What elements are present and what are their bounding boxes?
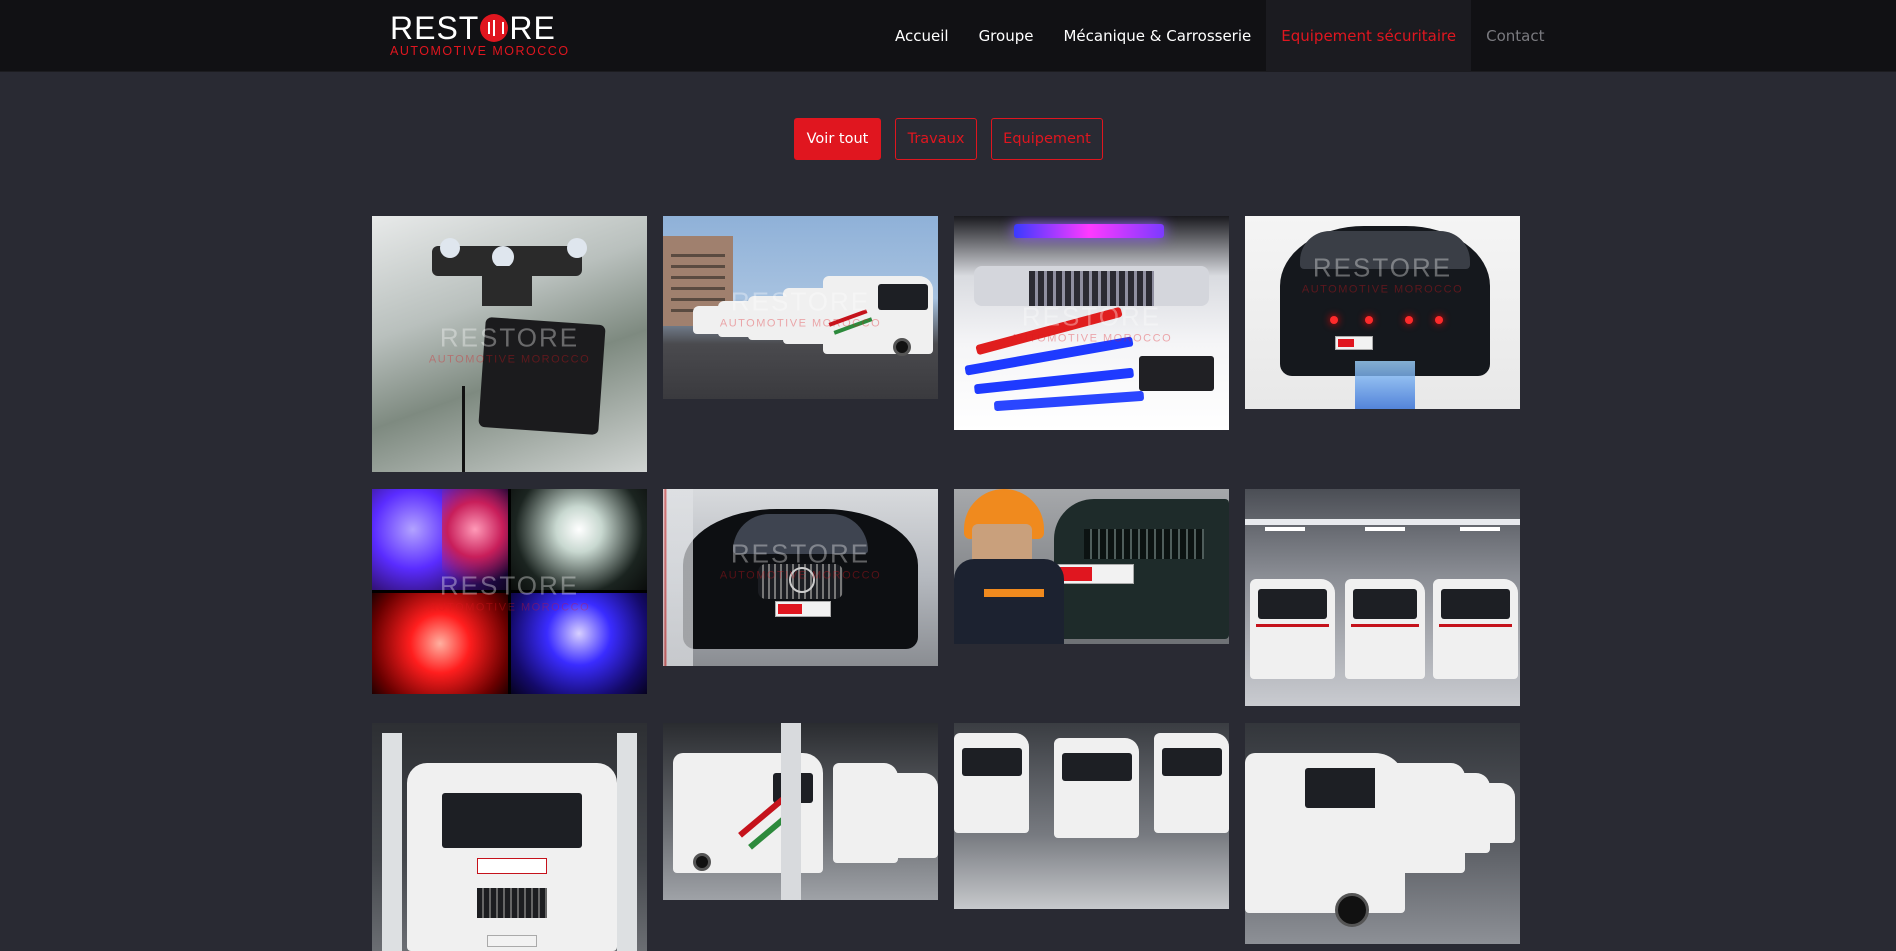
filter-all-button[interactable]: Voir tout xyxy=(794,118,881,160)
watermark: RESTORE AUTOMOTIVE MOROCCO xyxy=(719,538,882,582)
brand-logo[interactable]: REST RE AUTOMOTIVE MOROCCO xyxy=(390,12,580,58)
brand-name-left: REST xyxy=(390,10,480,46)
filter-works-button[interactable]: Travaux xyxy=(895,118,977,160)
brand-wordmark: REST RE xyxy=(390,12,580,44)
gallery-item[interactable] xyxy=(663,723,938,900)
watermark: RESTORE AUTOMOTIVE MOROCCO xyxy=(428,322,591,366)
gallery-item[interactable] xyxy=(1245,723,1520,944)
gallery-item[interactable]: RESTORE AUTOMOTIVE MOROCCO xyxy=(372,216,647,472)
gallery-filters: Voir tout Travaux Equipement xyxy=(0,118,1896,160)
brand-tagline: AUTOMOTIVE MOROCCO xyxy=(390,44,570,58)
gallery-item[interactable] xyxy=(372,723,647,951)
watermark: RESTORE AUTOMOTIVE MOROCCO xyxy=(428,570,591,613)
site-header: REST RE AUTOMOTIVE MOROCCO Accueil Groupe… xyxy=(0,0,1896,72)
filter-equipment-button[interactable]: Equipement xyxy=(991,118,1103,160)
brand-name-right: RE xyxy=(509,10,556,46)
watermark: RESTORE AUTOMOTIVE MOROCCO xyxy=(1301,252,1464,296)
nav-item-equipement-securitaire[interactable]: Equipement sécuritaire xyxy=(1266,0,1472,72)
gallery-item[interactable]: RESTORE AUTOMOTIVE MOROCCO xyxy=(954,216,1229,430)
gallery-item[interactable]: RESTORE AUTOMOTIVE MOROCCO xyxy=(663,216,938,399)
nav-item-groupe[interactable]: Groupe xyxy=(964,0,1049,72)
gallery-item[interactable]: RESTORE AUTOMOTIVE MOROCCO xyxy=(1245,216,1520,409)
watermark: RESTORE AUTOMOTIVE MOROCCO xyxy=(719,286,882,329)
gallery-item[interactable] xyxy=(1245,489,1520,706)
nav-item-accueil[interactable]: Accueil xyxy=(880,0,964,72)
watermark: RESTORE AUTOMOTIVE MOROCCO xyxy=(1010,301,1173,345)
gallery-item[interactable]: RESTORE AUTOMOTIVE MOROCCO xyxy=(663,489,938,666)
gear-shift-icon xyxy=(480,14,509,42)
gallery-item[interactable] xyxy=(954,723,1229,909)
gallery-item[interactable] xyxy=(954,489,1229,644)
nav-item-contact[interactable]: Contact xyxy=(1471,0,1559,72)
nav-item-mecanique-carrosserie[interactable]: Mécanique & Carrosserie xyxy=(1048,0,1266,72)
main-nav: Accueil Groupe Mécanique & Carrosserie E… xyxy=(880,0,1559,72)
gallery-item[interactable]: RESTORE AUTOMOTIVE MOROCCO xyxy=(372,489,647,694)
